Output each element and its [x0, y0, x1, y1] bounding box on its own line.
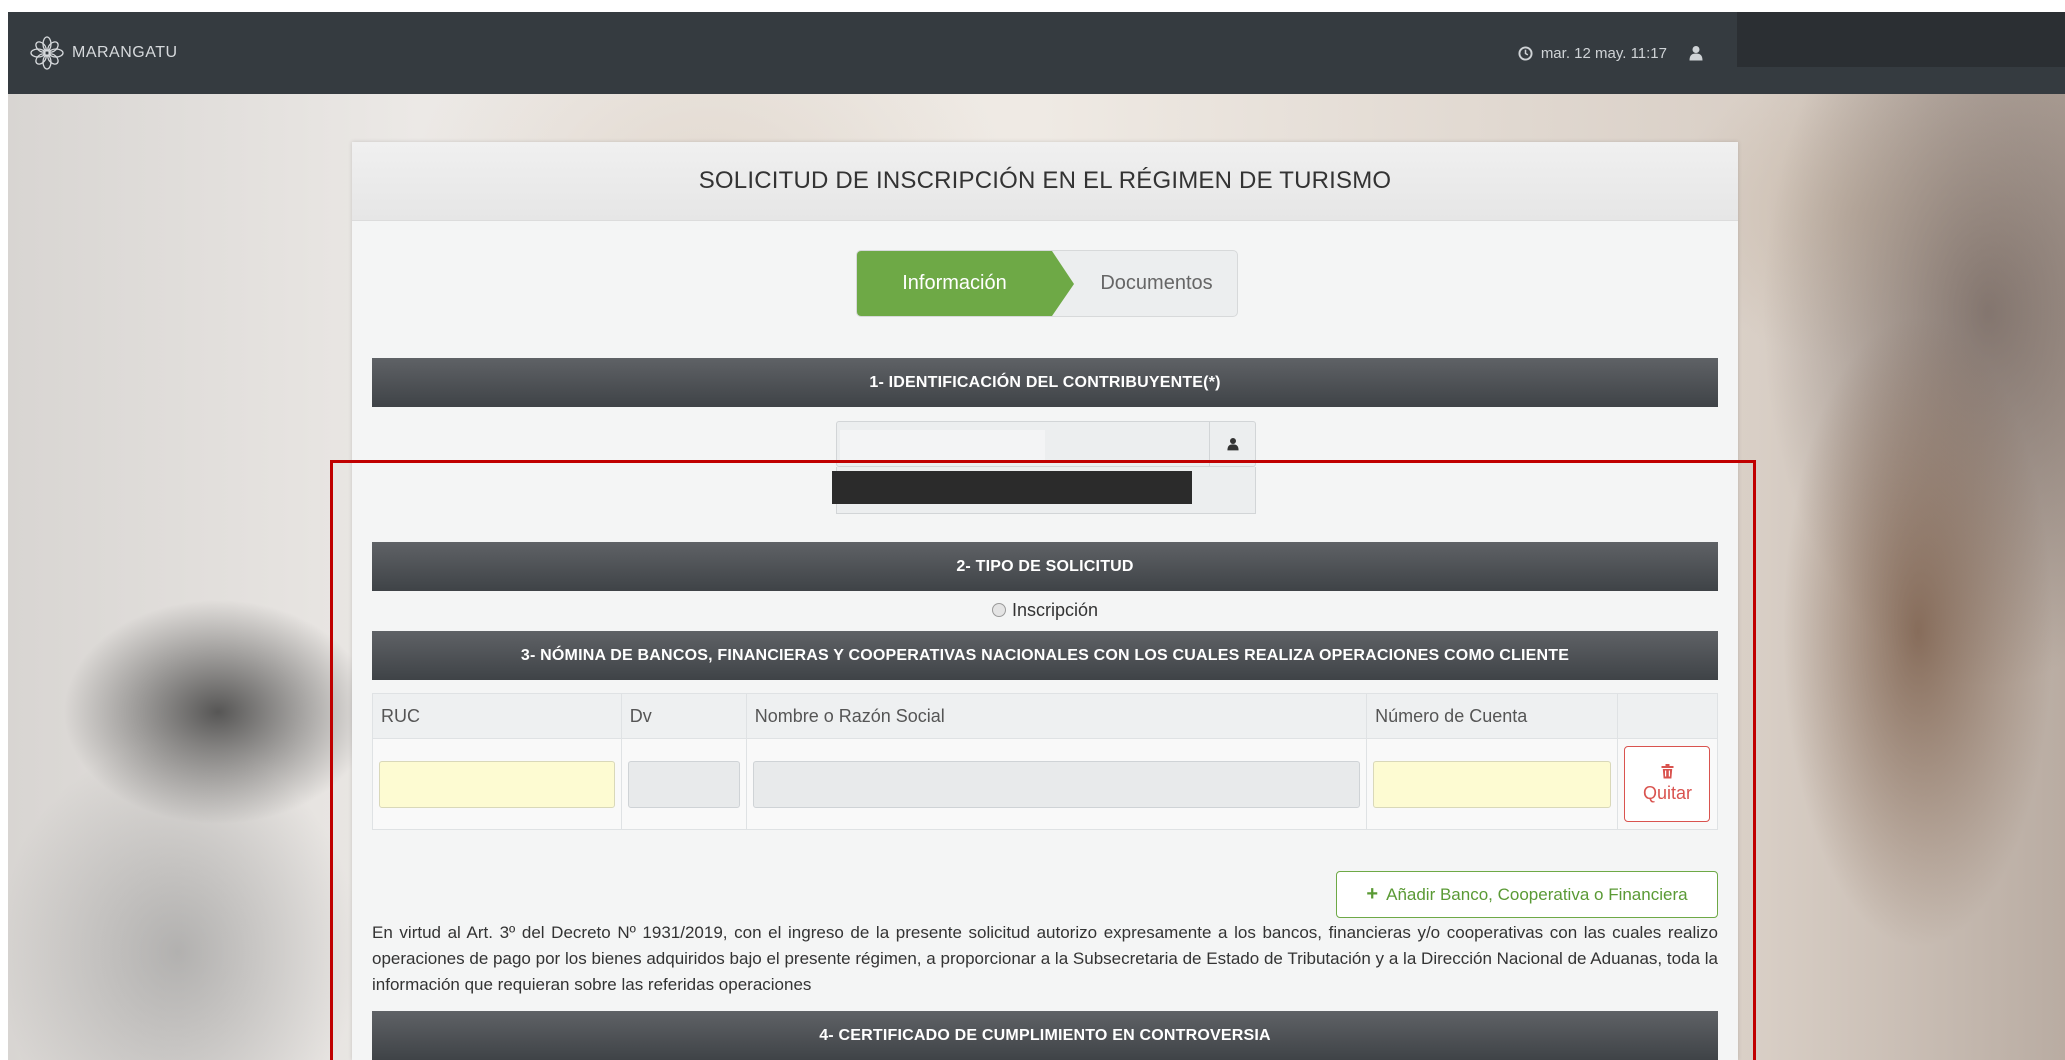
header-clock: mar. 12 may. 11:17 [1518, 12, 1703, 94]
contribuyente-input-group [836, 421, 1256, 467]
step-informacion[interactable]: Información [857, 251, 1052, 316]
plus-icon: + [1366, 883, 1379, 905]
col-actions [1616, 693, 1719, 739]
redacted-name [832, 471, 1192, 504]
user-icon[interactable] [1689, 45, 1703, 61]
trash-icon [1661, 764, 1674, 779]
col-ruc: RUC [372, 693, 622, 739]
dv-field[interactable] [627, 760, 740, 808]
add-bank-label: Añadir Banco, Cooperativa o Financiera [1386, 884, 1688, 904]
clock-icon [1518, 45, 1533, 61]
inscripcion-radio[interactable] [991, 603, 1006, 617]
col-numero-cuenta: Número de Cuenta [1366, 693, 1618, 739]
user-addon[interactable] [1210, 421, 1256, 467]
step-documentos[interactable]: Documentos [1074, 251, 1239, 316]
ruc-input[interactable] [836, 421, 1210, 467]
brand-name: MARANGATU [72, 44, 178, 61]
banks-table: RUC Dv Nombre o Razón Social Número de C… [372, 693, 1719, 830]
section-2-header: 2- TIPO DE SOLICITUD [372, 542, 1718, 591]
section-3-header: 3- NÓMINA DE BANCOS, FINANCIERAS Y COOPE… [372, 631, 1718, 680]
col-dv: Dv [620, 693, 747, 739]
brand-logo[interactable]: MARANGATU [30, 12, 178, 94]
datetime-text: mar. 12 may. 11:17 [1540, 44, 1667, 62]
step-arrow [1052, 251, 1074, 316]
legal-authorization-text: En virtud al Art. 3º del Decreto Nº 1931… [372, 923, 1718, 994]
ruc-field[interactable] [379, 760, 615, 808]
table-header-row: RUC Dv Nombre o Razón Social Número de C… [372, 693, 1719, 739]
table-row: Quitar [372, 738, 1719, 830]
razon-social-field[interactable] [752, 760, 1361, 808]
section-1-header: 1- IDENTIFICACIÓN DEL CONTRIBUYENTE(*) [372, 358, 1718, 407]
wizard-steps: Información Documentos [856, 250, 1238, 317]
user-icon [1226, 438, 1239, 451]
add-bank-button[interactable]: + Añadir Banco, Cooperativa o Financiera [1336, 871, 1718, 918]
contribuyente-name-field [832, 467, 1256, 514]
redacted-area [1737, 12, 2065, 67]
section-4-header: 4- CERTIFICADO DE CUMPLIMIENTO EN CONTRO… [372, 1011, 1718, 1060]
col-nombre: Nombre o Razón Social [745, 693, 1368, 739]
quitar-label: Quitar [1642, 783, 1692, 803]
form-title: SOLICITUD DE INSCRIPCIÓN EN EL RÉGIMEN D… [352, 142, 1738, 221]
tipo-solicitud-radio-group: Inscripción [352, 598, 1738, 622]
inscripcion-label[interactable]: Inscripción [1012, 600, 1098, 621]
ruc-input-value-area [840, 430, 1045, 460]
quitar-button[interactable]: Quitar [1624, 746, 1711, 822]
flower-logo-icon [30, 36, 64, 70]
numero-cuenta-field[interactable] [1373, 760, 1611, 808]
redacted-area-lower [1737, 67, 2065, 94]
form-card: SOLICITUD DE INSCRIPCIÓN EN EL RÉGIMEN D… [352, 142, 1738, 1060]
